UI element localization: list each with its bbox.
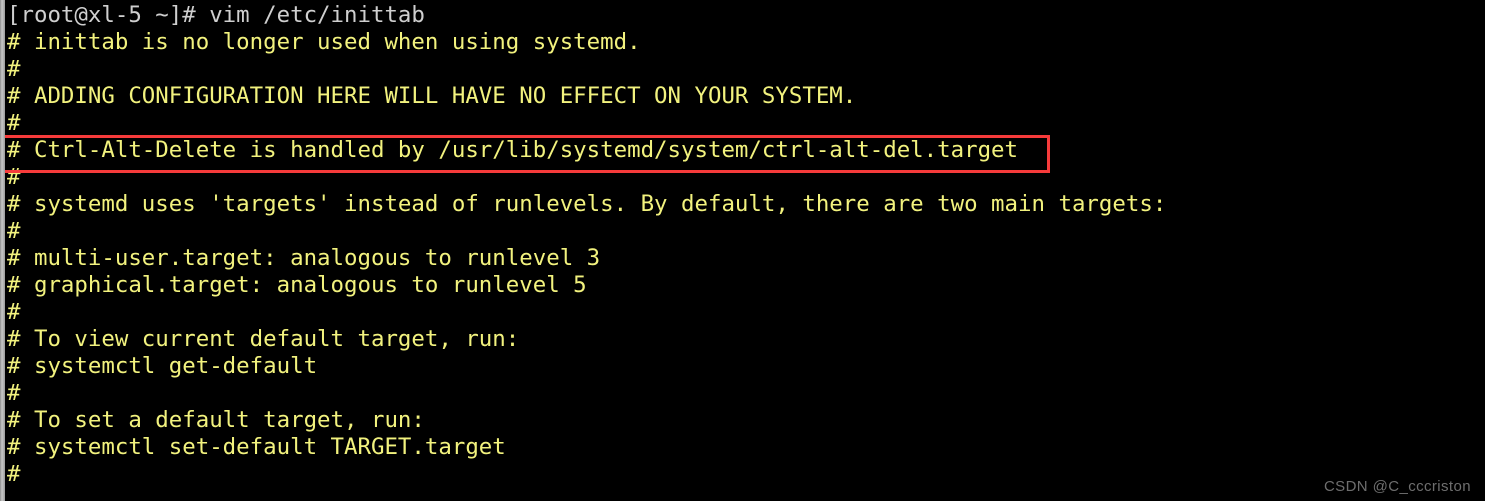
terminal-line-1: # inittab is no longer used when using s… xyxy=(7,29,641,55)
terminal-line-4: # xyxy=(7,110,21,136)
terminal-line-17: # xyxy=(7,461,21,487)
terminal-text-area[interactable]: [root@xl-5 ~]# vim /etc/inittab # initta… xyxy=(0,0,1485,501)
terminal-line-10: # graphical.target: analogous to runleve… xyxy=(7,272,587,298)
terminal-line-3: # ADDING CONFIGURATION HERE WILL HAVE NO… xyxy=(7,83,857,109)
terminal-line-11: # xyxy=(7,299,21,325)
watermark-label: CSDN @C_cccriston xyxy=(1323,478,1471,495)
terminal-line-13: # systemctl get-default xyxy=(7,353,318,379)
terminal-line-5-highlighted: # Ctrl-Alt-Delete is handled by /usr/lib… xyxy=(7,137,1019,163)
terminal-line-14: # xyxy=(7,380,21,406)
terminal-line-12: # To view current default target, run: xyxy=(7,326,520,352)
scrollbar[interactable] xyxy=(0,0,5,501)
terminal-window[interactable]: [root@xl-5 ~]# vim /etc/inittab # initta… xyxy=(0,0,1485,501)
terminal-line-2: # xyxy=(7,56,21,82)
terminal-line-7: # systemd uses 'targets' instead of runl… xyxy=(7,191,1167,217)
terminal-line-9: # multi-user.target: analogous to runlev… xyxy=(7,245,601,271)
terminal-line-6: # xyxy=(7,164,21,190)
terminal-line-16: # systemctl set-default TARGET.target xyxy=(7,434,506,460)
terminal-line-8: # xyxy=(7,218,21,244)
terminal-line-15: # To set a default target, run: xyxy=(7,407,425,433)
terminal-line-0: [root@xl-5 ~]# vim /etc/inittab xyxy=(7,2,425,28)
